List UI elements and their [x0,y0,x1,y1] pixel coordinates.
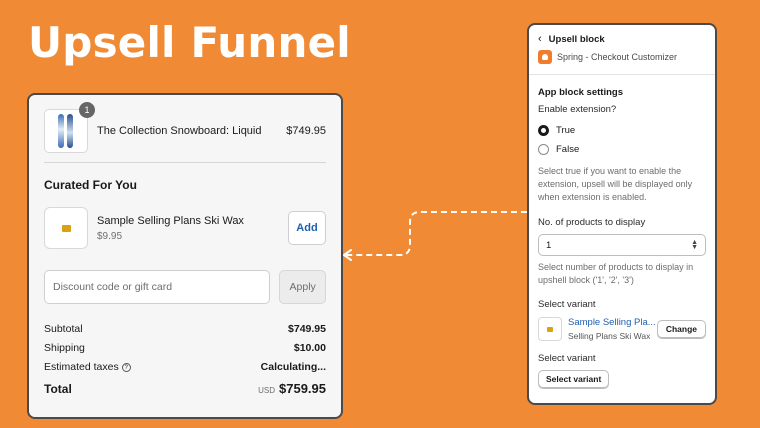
upsell-product-name: Sample Selling Plans Ski Wax [97,214,244,227]
order-totals: Subtotal $749.95 Shipping $10.00 Estimat… [44,319,326,398]
total-label: Total [44,382,72,396]
settings-header: ‹ Upsell block Spring - Checkout Customi… [529,25,715,75]
subtotal-value: $749.95 [288,322,326,335]
discount-code-input[interactable] [44,270,271,304]
discount-row: Apply [44,270,326,304]
total-value: $759.95 [279,381,326,396]
variant-name-link[interactable]: Sample Selling Pla... [568,317,657,328]
settings-panel: ‹ Upsell block Spring - Checkout Customi… [527,23,717,405]
radio-false-label: False [556,144,580,155]
cart-line-item: 1 The Collection Snowboard: Liquid $749.… [44,95,326,163]
taxes-label: Estimated taxes [44,360,119,373]
line-item-name: The Collection Snowboard: Liquid [97,125,262,137]
shipping-label: Shipping [44,341,85,354]
settings-section-heading: App block settings [538,87,623,98]
curated-title: Curated For You [44,178,137,192]
ski-wax-icon [61,224,71,232]
product-count-help: Select number of products to display in … [538,262,694,285]
enable-extension-label: Enable extension? [538,104,617,115]
shipping-value: $10.00 [293,341,326,354]
radio-checked-icon[interactable] [538,125,549,136]
product-thumbnail: 1 [44,101,95,153]
upsell-thumbnail [44,207,88,249]
variant-thumbnail [538,317,562,341]
enable-help-text: Select true if you want to enable the ex… [538,166,693,202]
variant-label-2: Select variant [538,353,596,364]
ski-wax-icon [547,326,553,332]
chevron-left-icon[interactable]: ‹ [538,33,542,45]
checkout-panel: 1 The Collection Snowboard: Liquid $749.… [27,93,343,419]
upsell-product-price: $9.95 [97,230,123,242]
radio-false[interactable]: False [538,144,706,155]
select-variant-button[interactable]: Select variant [538,370,610,388]
radio-true[interactable]: True [538,125,706,136]
total-row: Total USD $759.95 [44,380,326,398]
taxes-row: Estimated taxes? Calculating... [44,357,326,376]
snowboard-icon [58,113,64,148]
subtotal-label: Subtotal [44,322,83,335]
quantity-badge: 1 [79,101,95,118]
selected-variant: Sample Selling Pla... Selling Plans Ski … [538,317,706,341]
snowboard-icon [67,113,73,148]
settings-title: Upsell block [548,33,605,45]
add-upsell-button[interactable]: Add [288,211,326,245]
variant-label-1: Select variant [538,299,596,310]
radio-true-label: True [556,125,576,136]
product-count-value: 1 [546,239,552,251]
line-item-price: $749.95 [286,125,326,137]
chevron-updown-icon: ▲ ▼ [691,239,698,251]
apply-discount-button[interactable]: Apply [279,270,326,304]
hero-title: Upsell Funnel [28,18,351,67]
variant-subtitle: Selling Plans Ski Wax [568,331,651,341]
change-variant-button[interactable]: Change [656,320,706,338]
connector-arrow [343,211,527,261]
radio-unchecked-icon[interactable] [538,144,549,155]
taxes-value: Calculating... [260,360,326,373]
app-name: Spring - Checkout Customizer [557,52,678,62]
currency-code: USD [258,386,275,395]
product-count-label: No. of products to display [538,217,646,228]
upsell-product: Sample Selling Plans Ski Wax $9.95 Add [44,207,326,249]
subtotal-row: Subtotal $749.95 [44,319,326,338]
app-logo-icon [538,50,552,64]
product-count-select[interactable]: 1 ▲ ▼ [538,234,706,256]
shipping-row: Shipping $10.00 [44,338,326,357]
info-icon[interactable]: ? [121,363,131,372]
